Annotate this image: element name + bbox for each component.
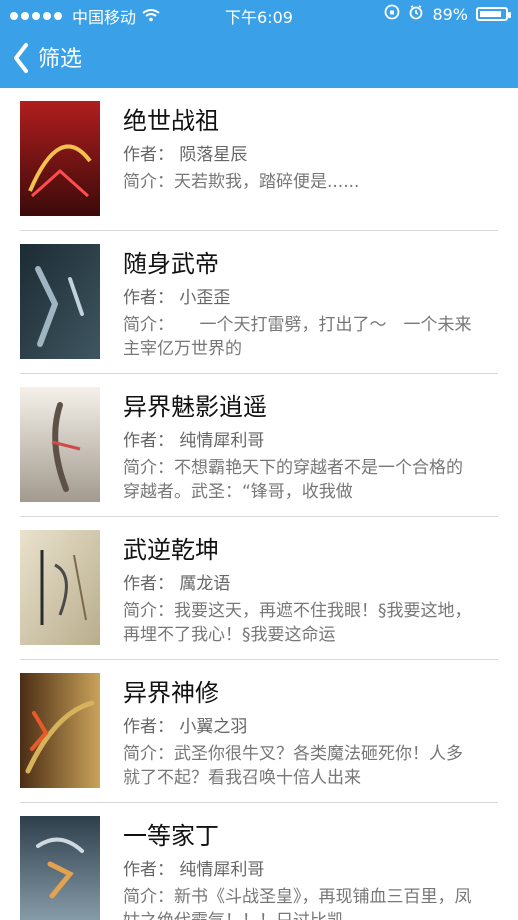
description-text: 我要这天，再遮不住我眼！§我要这地，再埋不了我心！§我要这命运 <box>123 601 472 645</box>
book-author: 作者： 纯情犀利哥 <box>123 859 264 881</box>
description-label: 简介： <box>123 315 166 335</box>
author-label: 作者： <box>123 431 174 451</box>
description-text: 新书《斗战圣皇》，再现铺血三百里，凤姑之绝代霸气！！！只过比凯 <box>123 887 472 920</box>
chevron-left-icon <box>10 41 32 79</box>
book-title: 异界魅影逍遥 <box>123 393 267 421</box>
author-name: 纯情犀利哥 <box>179 860 265 880</box>
battery-icon <box>476 7 511 21</box>
book-cover <box>20 387 100 502</box>
book-item[interactable]: 绝世战祖 作者： 陨落星辰 简介：天若欺我，踏碎便是...... <box>0 88 518 231</box>
status-bar: 中国移动 下午6:09 89% <box>0 0 518 28</box>
book-item[interactable]: 随身武帝 作者： 小歪歪 简介： 一个天打雷劈，打出了～ 一个未来主宰亿万世界的 <box>0 231 518 374</box>
book-description: 简介：新书《斗战圣皇》，再现铺血三百里，凤姑之绝代霸气！！！只过比凯 <box>123 885 475 920</box>
book-title: 随身武帝 <box>123 250 219 278</box>
description-label: 简介： <box>123 458 174 478</box>
book-description: 简介：我要这天，再遮不住我眼！§我要这地，再埋不了我心！§我要这命运 <box>123 599 475 647</box>
author-label: 作者： <box>123 717 174 737</box>
author-label: 作者： <box>123 860 174 880</box>
book-description: 简介：天若欺我，踏碎便是...... <box>123 170 475 194</box>
description-text: 天若欺我，踏碎便是...... <box>174 172 360 192</box>
author-name: 小歪歪 <box>179 288 231 308</box>
author-name: 小翼之羽 <box>179 717 248 737</box>
battery-percent: 89% <box>432 4 468 24</box>
book-author: 作者： 纯情犀利哥 <box>123 430 264 452</box>
book-description: 简介：武圣你很牛叉？各类魔法砸死你！人多就了不起？看我召唤十倍人出来 <box>123 742 475 790</box>
nav-bar: 筛选 <box>0 40 518 80</box>
author-name: 纯情犀利哥 <box>179 431 265 451</box>
book-title: 一等家丁 <box>123 822 219 850</box>
book-item[interactable]: 武逆乾坤 作者： 厲龙语 简介：我要这天，再遮不住我眼！§我要这地，再埋不了我心… <box>0 517 518 660</box>
book-list: 绝世战祖 作者： 陨落星辰 简介：天若欺我，踏碎便是...... 随身武帝 作者… <box>0 88 518 920</box>
status-right: 89% <box>384 4 511 24</box>
book-cover <box>20 244 100 359</box>
author-label: 作者： <box>123 145 174 165</box>
back-button[interactable]: 筛选 <box>10 40 82 80</box>
description-label: 简介： <box>123 744 174 764</box>
description-text: 不想霸艳天下的穿越者不是一个合格的穿越者。武圣：“锋哥，收我做 <box>123 458 463 502</box>
book-title: 武逆乾坤 <box>123 536 219 564</box>
book-author: 作者： 厲龙语 <box>123 573 230 595</box>
description-label: 简介： <box>123 887 174 907</box>
book-title: 异界神修 <box>123 679 219 707</box>
book-item[interactable]: 异界魅影逍遥 作者： 纯情犀利哥 简介：不想霸艳天下的穿越者不是一个合格的穿越者… <box>0 374 518 517</box>
description-label: 简介： <box>123 172 174 192</box>
author-label: 作者： <box>123 574 174 594</box>
book-cover <box>20 101 100 216</box>
book-author: 作者： 小翼之羽 <box>123 716 247 738</box>
author-label: 作者： <box>123 288 174 308</box>
book-cover <box>20 673 100 788</box>
top-bar: 中国移动 下午6:09 89% 筛选 <box>0 0 518 88</box>
book-description: 简介：不想霸艳天下的穿越者不是一个合格的穿越者。武圣：“锋哥，收我做 <box>123 456 475 504</box>
description-label: 简介： <box>123 601 174 621</box>
book-author: 作者： 陨落星辰 <box>123 144 247 166</box>
description-text: 一个天打雷劈，打出了～ 一个未来主宰亿万世界的 <box>123 315 472 359</box>
book-description: 简介： 一个天打雷劈，打出了～ 一个未来主宰亿万世界的 <box>123 313 475 361</box>
author-name: 陨落星辰 <box>179 145 248 165</box>
orientation-lock-icon <box>384 4 400 24</box>
description-text: 武圣你很牛叉？各类魔法砸死你！人多就了不起？看我召唤十倍人出来 <box>123 744 463 788</box>
alarm-icon <box>408 4 424 24</box>
author-name: 厲龙语 <box>179 574 231 594</box>
book-title: 绝世战祖 <box>123 107 219 135</box>
book-item[interactable]: 异界神修 作者： 小翼之羽 简介：武圣你很牛叉？各类魔法砸死你！人多就了不起？看… <box>0 660 518 803</box>
book-cover <box>20 530 100 645</box>
book-cover <box>20 816 100 920</box>
book-item[interactable]: 一等家丁 作者： 纯情犀利哥 简介：新书《斗战圣皇》，再现铺血三百里，凤姑之绝代… <box>0 803 518 920</box>
book-author: 作者： 小歪歪 <box>123 287 230 309</box>
back-label: 筛选 <box>38 47 83 72</box>
